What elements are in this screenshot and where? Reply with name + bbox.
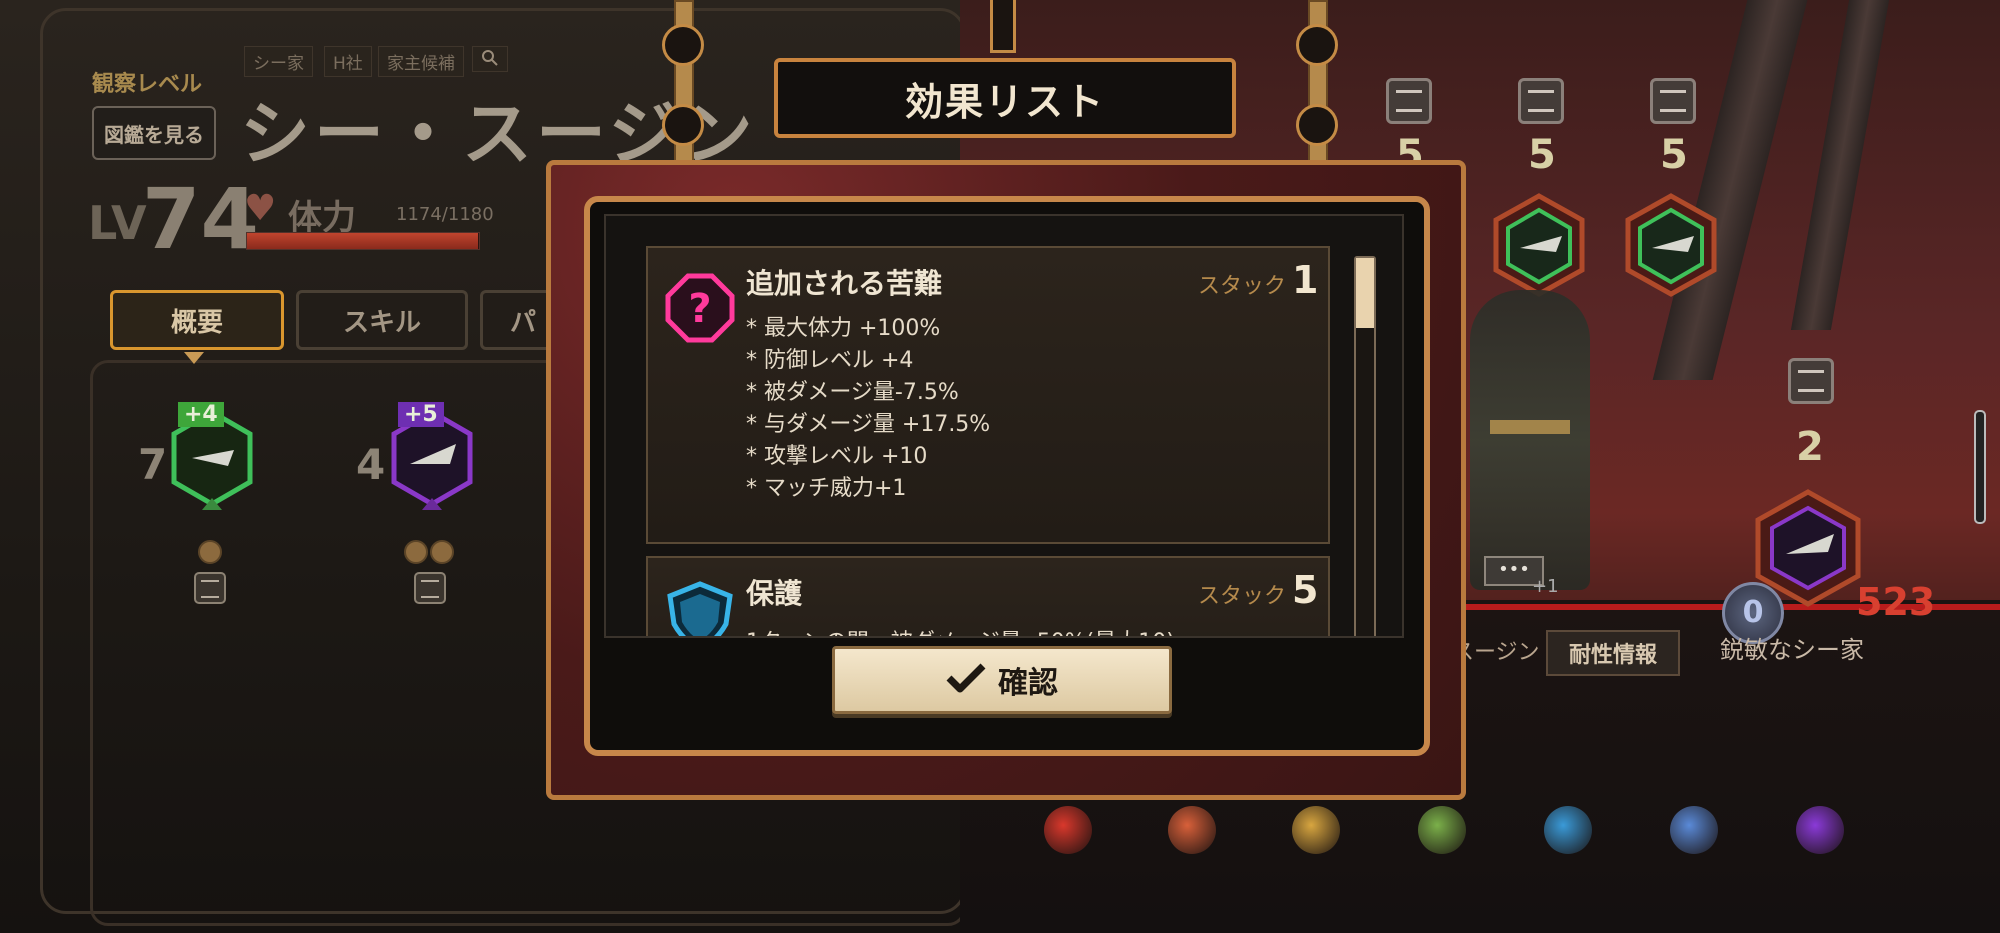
envy-icon: [1796, 806, 1844, 854]
tag-family: シー家: [244, 46, 313, 77]
coin-icon: [198, 540, 222, 564]
observation-level-label: 観察レベル: [92, 72, 203, 97]
enemy-character[interactable]: [1470, 290, 1590, 590]
level-value: 74: [142, 170, 259, 268]
hp-bar-fill: [247, 233, 478, 249]
stack-icon: [1788, 358, 1834, 404]
effect-line: * マッチ威力+1: [746, 476, 907, 501]
question-octagon-icon: ?: [664, 272, 736, 344]
speed-value: 2: [1796, 424, 1824, 470]
effect-list-scrollbar[interactable]: [1354, 256, 1376, 636]
effect-line: * 最大体力 +100%: [746, 316, 941, 341]
speed-value: 5: [1528, 132, 1556, 178]
shield-icon: [664, 580, 736, 636]
stack-icon: [1518, 78, 1564, 124]
stack-icon: [194, 572, 226, 604]
effect-line: 1ターンの間、被ダメージ量 -50%(最大10): [746, 624, 1175, 636]
stack-value: 5: [1292, 568, 1319, 612]
lust-icon: [1168, 806, 1216, 854]
skill-plus-badge: +5: [398, 402, 444, 427]
modal-title: 効果リスト: [904, 79, 1105, 124]
effect-line: * 防御レベル +4: [746, 348, 914, 373]
pride-icon: [1670, 806, 1718, 854]
resistance-info-tab[interactable]: 耐性情報: [1546, 630, 1680, 676]
chain-ring: [662, 104, 704, 146]
tab-skill[interactable]: スキル: [296, 290, 468, 350]
side-scrollbar[interactable]: [1974, 410, 1986, 524]
stack-label: スタック: [1198, 274, 1287, 299]
title-hook: [990, 0, 1016, 53]
damage-value: 523: [1856, 580, 1936, 624]
stack-icon: [1386, 78, 1432, 124]
svg-text:?: ?: [688, 286, 711, 332]
coin-icon: [404, 540, 428, 564]
heart-icon: ♥: [244, 188, 277, 229]
skill-count: 4: [356, 440, 386, 489]
coin-icon: [430, 540, 454, 564]
modal-title-bar: 効果リスト: [774, 58, 1236, 138]
gloom-icon: [1544, 806, 1592, 854]
level-prefix: LV: [88, 196, 147, 250]
confirm-label: 確認: [998, 666, 1058, 701]
confirm-button[interactable]: 確認: [832, 646, 1172, 714]
chain-ring: [1296, 24, 1338, 66]
tab-overview[interactable]: 概要: [110, 290, 284, 350]
effect-line: * 被ダメージ量-7.5%: [746, 380, 959, 405]
tag-company: H社: [324, 46, 372, 77]
enemy-skill-icon[interactable]: [1484, 190, 1594, 300]
check-icon: [946, 662, 986, 698]
passive-name: 鋭敏なシー家: [1720, 636, 1864, 664]
tag-candidate: 家主候補: [378, 46, 464, 77]
sloth-icon: [1292, 806, 1340, 854]
speed-value: 5: [1660, 132, 1688, 178]
stack-icon: [1650, 78, 1696, 124]
stack-icon: [414, 572, 446, 604]
active-tab-indicator: [184, 352, 204, 364]
stack-value: 1: [1292, 258, 1319, 302]
effect-name: 追加される苦難: [746, 267, 943, 300]
skill-count: 7: [138, 440, 168, 489]
effect-card: 保護 スタック 5 1ターンの間、被ダメージ量 -50%(最大10): [646, 556, 1330, 636]
effect-line: * 攻撃レベル +10: [746, 444, 928, 469]
enemy-sash: [1490, 420, 1570, 434]
enemy-skill-icon[interactable]: [1616, 190, 1726, 300]
effect-line: * 与ダメージ量 +17.5%: [746, 412, 991, 437]
scrollbar-thumb[interactable]: [1356, 258, 1374, 328]
effect-card: ? 追加される苦難 スタック 1 * 最大体力 +100% * 防御レベル +4…: [646, 246, 1330, 544]
hp-bar: [246, 232, 480, 250]
chain-ring: [662, 24, 704, 66]
search-icon[interactable]: [472, 46, 508, 72]
skill-plus-badge: +4: [178, 402, 224, 427]
stack-label: スタック: [1198, 584, 1287, 609]
gluttony-icon: [1418, 806, 1466, 854]
effect-name: 保護: [746, 577, 803, 610]
hp-value: 1174/1180: [396, 204, 494, 225]
more-count: +1: [1532, 576, 1559, 597]
wrath-icon: [1044, 806, 1092, 854]
effect-list[interactable]: ? 追加される苦難 スタック 1 * 最大体力 +100% * 防御レベル +4…: [604, 214, 1404, 638]
chain-ring: [1296, 104, 1338, 146]
view-book-button[interactable]: 図鑑を見る: [92, 106, 216, 160]
